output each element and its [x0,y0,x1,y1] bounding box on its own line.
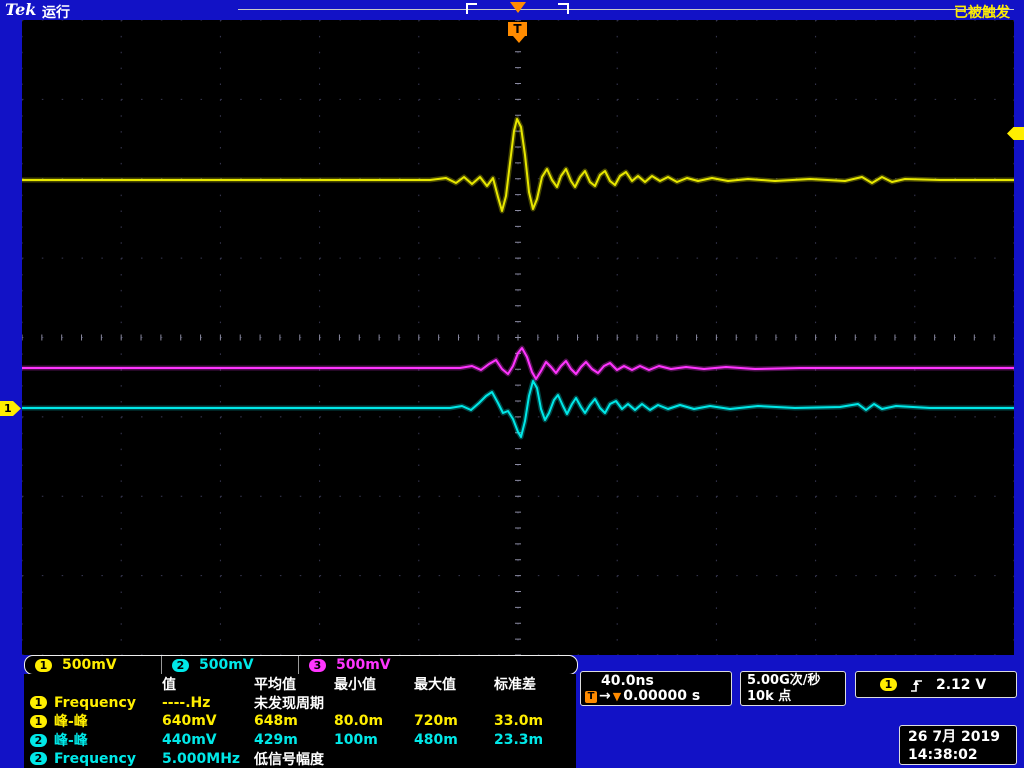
measurement-row-name: 2 Frequency [30,751,162,767]
measurement-name: Frequency [54,694,136,711]
rising-edge-icon [911,679,922,692]
tek-logo: Tek [5,0,37,19]
measurement-std: 33.0m [494,713,544,730]
channel2-scale-value: 500mV [199,657,254,673]
measurement-std: 23.3m [494,732,544,749]
timebase-scale: 40.0ns [601,673,654,689]
measurement-row-name: 1 Frequency [30,695,162,711]
channel1-scale: 1 500mV [25,656,162,674]
acquisition-readout: 5.00G次/秒 10k 点 [740,671,846,706]
date-value: 26 7月 2019 [908,729,1000,745]
channel2-scale: 2 500mV [162,656,299,674]
measurement-value: ----.Hz [162,694,211,711]
trigger-position-marker-tip [513,36,525,43]
trigger-source-badge: 1 [880,678,897,691]
col-header-max: 最大值 [414,677,456,694]
sample-rate: 5.00G次/秒 [747,673,821,688]
datetime-readout: 26 7月 2019 14:38:02 [899,725,1017,765]
measurement-value: 640mV [162,713,217,730]
trigger-position-marker: T [508,22,527,36]
measurement-name: 峰-峰 [54,733,88,750]
measurement-table: 值 平均值 最小值 最大值 标准差 1 Frequency ----.Hz 未发… [24,674,576,768]
measurement-value: 5.000MHz [162,750,241,767]
trigger-level-value: 2.12 V [936,676,987,693]
time-value: 14:38:02 [908,747,978,763]
channel3-scale-value: 500mV [336,657,391,673]
measurement-min: 80.0m [334,713,384,730]
measurement-mean: 429m [254,732,298,749]
trigger-readout: 1 2.12 V [855,671,1017,698]
col-header-mean: 平均值 [254,677,296,694]
measurement-min: 100m [334,732,378,749]
measurement-status: 未发现周期 [254,695,324,712]
channel3-scale: 3 500mV [299,656,436,674]
channel-badge: 1 [30,696,47,710]
col-header-value: 值 [162,677,176,694]
record-length: 10k 点 [747,689,792,704]
down-marker-icon: ▼ [612,690,622,703]
trigger-position-readout: T → ▼ 0.00000 s [585,689,731,704]
measurement-max: 720m [414,713,458,730]
measurement-name: Frequency [54,750,136,767]
col-header-std: 标准差 [494,677,536,694]
measurement-name: 峰-峰 [54,714,88,731]
channel-scale-bar: 1 500mV 2 500mV 3 500mV [24,655,578,675]
trigger-t-icon: T [585,690,597,703]
col-header-min: 最小值 [334,677,376,694]
measurement-row-name: 1 峰-峰 [30,711,162,731]
measurement-value: 440mV [162,732,217,749]
channel-badge: 2 [30,752,47,766]
channel3-badge: 3 [309,658,326,672]
waveform-display [22,20,1014,655]
measurement-status: 低信号幅度 [254,751,324,768]
readout-area: 1 500mV 2 500mV 3 500mV 值 平均值 最小值 最大值 标准… [0,655,1024,768]
channel-badge: 1 [30,714,47,728]
channel1-badge: 1 [35,658,52,672]
channel2-badge: 2 [172,658,189,672]
channel-badge: 2 [30,733,47,747]
channel1-position-marker: 1 [0,401,21,416]
measurement-max: 480m [414,732,458,749]
oscilloscope-screen: Tek 运行 已被触发 T 1 1 500mV 2 500mV 3 500mV [0,0,1024,768]
graticule [22,20,1014,655]
arrow-icon: → [599,688,611,704]
record-window-bracket-left [466,3,477,14]
record-position-bar [238,9,1014,10]
horizontal-scale-readout: 40.0ns T → ▼ 0.00000 s [580,671,732,706]
channel1-scale-value: 500mV [62,657,117,673]
record-window-bracket-right [558,3,569,14]
trigger-position-arrow-icon [510,2,526,13]
top-bar: Tek 运行 已被触发 [0,0,1024,21]
measurement-mean: 648m [254,713,298,730]
trigger-status-label: 已被触发 [954,5,1010,21]
run-status-label: 运行 [42,5,70,21]
measurement-row-name: 2 峰-峰 [30,730,162,750]
trigger-position-value: 0.00000 s [623,688,701,704]
